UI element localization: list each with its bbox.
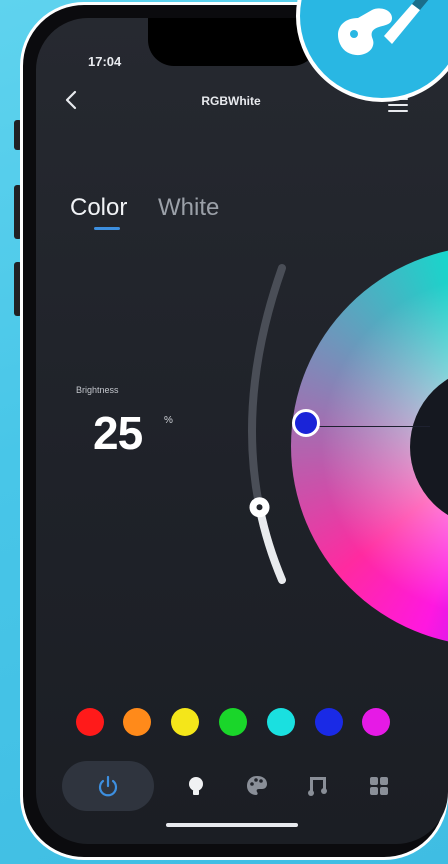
palette-icon[interactable] xyxy=(244,773,270,799)
brightness-unit: % xyxy=(164,415,173,426)
brightness-fill xyxy=(255,503,286,584)
power-icon xyxy=(98,775,118,797)
home-indicator xyxy=(166,823,298,827)
swatch-magenta[interactable] xyxy=(362,708,390,736)
brightness-label: Brightness xyxy=(76,385,119,395)
swatch-blue[interactable] xyxy=(315,708,343,736)
swatch-green[interactable] xyxy=(219,708,247,736)
swatch-yellow[interactable] xyxy=(171,708,199,736)
brightness-value: 25 xyxy=(93,407,143,459)
color-swatches xyxy=(76,708,416,738)
power-button[interactable] xyxy=(62,761,154,811)
music-icon[interactable] xyxy=(305,773,331,799)
bulb-icon[interactable] xyxy=(183,773,209,799)
paint-palette-icon xyxy=(338,0,429,56)
bottom-nav xyxy=(62,761,422,811)
swatch-cyan[interactable] xyxy=(267,708,295,736)
swatch-red[interactable] xyxy=(76,708,104,736)
app-screen: 17:04 RGBWhite Color White Brightness 25… xyxy=(36,18,448,844)
brightness-handle-dot xyxy=(256,504,263,511)
grid-icon[interactable] xyxy=(366,773,392,799)
swatch-orange[interactable] xyxy=(123,708,151,736)
app-badge xyxy=(296,0,448,102)
